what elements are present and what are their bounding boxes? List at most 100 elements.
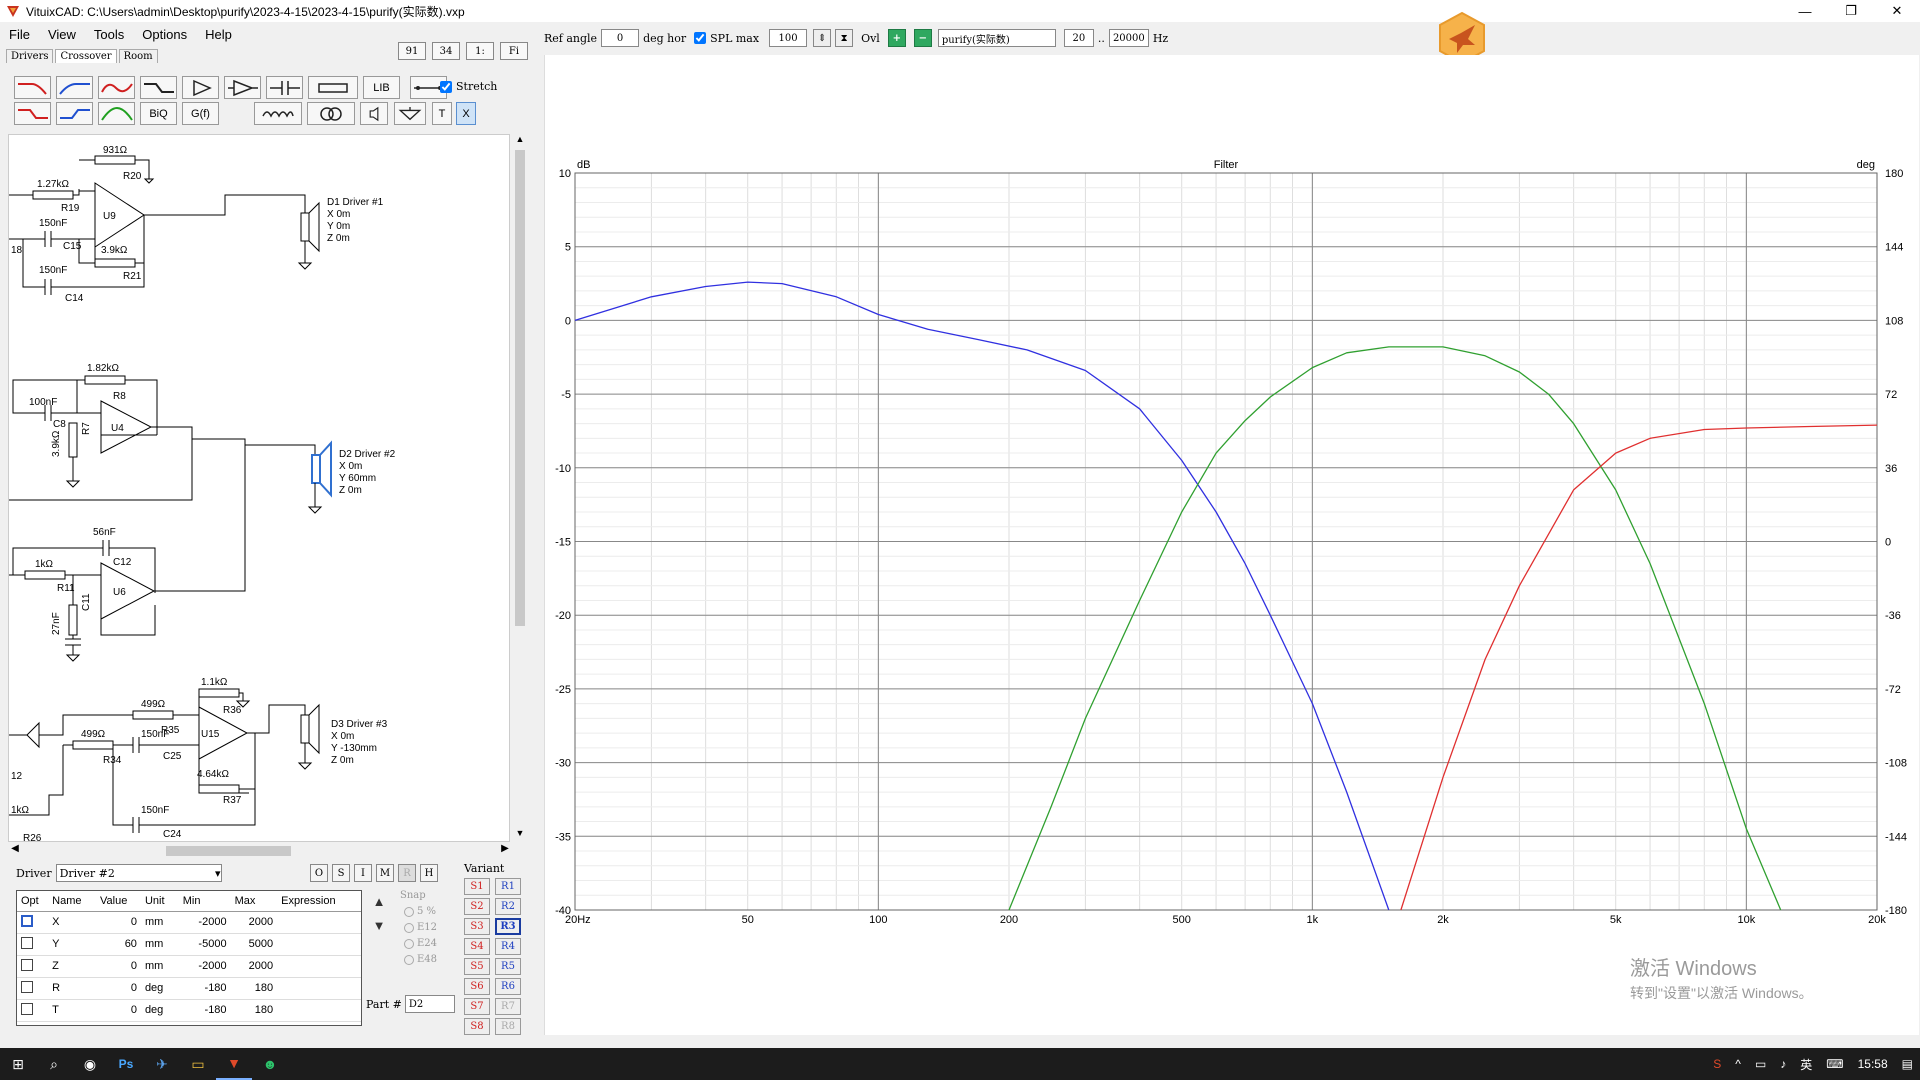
variant-s1-button[interactable]: S1 — [464, 878, 490, 895]
mode-i-button[interactable]: I — [354, 864, 372, 882]
param-min[interactable]: -2000 — [178, 955, 231, 978]
text-tool-button[interactable]: T — [432, 102, 452, 125]
tab-drivers[interactable]: Drivers — [6, 49, 54, 63]
tray-expand-icon[interactable]: ^ — [1735, 1057, 1741, 1071]
lowpass-red-button[interactable] — [14, 76, 51, 99]
menu-tools[interactable]: Tools — [85, 24, 133, 46]
schematic-vertical-scrollbar[interactable]: ▲ ▼ — [512, 134, 528, 842]
grid-value-box[interactable]: 34 — [432, 42, 460, 60]
browser-icon[interactable]: ◉ — [72, 1048, 108, 1080]
zoom-value-box[interactable]: 91 — [398, 42, 426, 60]
param-expression[interactable] — [277, 999, 361, 1022]
search-icon[interactable]: ⌕ — [36, 1048, 72, 1080]
param-value[interactable]: 0 — [96, 977, 141, 1000]
variant-r2-button[interactable]: R2 — [495, 898, 521, 915]
param-min[interactable]: -2000 — [178, 911, 231, 934]
biquad-button[interactable]: BiQ — [140, 102, 177, 125]
param-value[interactable]: 0 — [96, 999, 141, 1022]
zoom-fit-button[interactable]: Fi — [500, 42, 528, 60]
hourglass-icon[interactable]: ⧗ — [835, 29, 854, 47]
schematic-horizontal-scrollbar[interactable]: ◀ ▶ — [8, 843, 512, 859]
variant-r5-button[interactable]: R5 — [495, 958, 521, 975]
capacitor-button[interactable] — [266, 76, 303, 99]
scroll-up-arrow-icon[interactable]: ▲ — [512, 134, 528, 148]
buffer-button[interactable] — [182, 76, 219, 99]
inductor-button[interactable] — [254, 102, 302, 125]
mode-r-button[interactable]: R — [398, 864, 416, 882]
schematic-canvas[interactable]: 931Ω R20 1.27kΩ R19 U9 150nF C15 3.9kΩ R… — [8, 134, 510, 842]
opamp-button[interactable] — [224, 76, 261, 99]
variant-r4-button[interactable]: R4 — [495, 938, 521, 955]
mode-o-button[interactable]: O — [310, 864, 328, 882]
filter-plot-panel[interactable]: Filter dB deg 10 5 0 -5 -10 -15 -20 -25 -30 -35 -40 18… — [544, 55, 1919, 1035]
notification-icon[interactable]: ▤ — [1902, 1057, 1913, 1071]
driver-button[interactable] — [360, 102, 388, 125]
opt-checkbox[interactable] — [21, 1002, 33, 1015]
transformer-button[interactable] — [307, 102, 355, 125]
freq-max-input[interactable]: 20000 — [1108, 29, 1149, 47]
param-max[interactable]: 180 — [230, 999, 278, 1022]
file-explorer-icon[interactable]: ▭ — [180, 1048, 216, 1080]
ime-indicator[interactable]: 英 — [1800, 1056, 1812, 1073]
opt-checkbox[interactable] — [21, 980, 33, 993]
param-min[interactable]: -5000 — [178, 933, 231, 956]
ground-button[interactable] — [394, 102, 426, 125]
remove-overlay-button[interactable]: − — [913, 29, 932, 47]
snap-option-e24[interactable]: E24 — [400, 938, 450, 949]
param-max[interactable]: 2000 — [230, 955, 278, 978]
menu-file[interactable]: File — [0, 24, 39, 46]
param-expression[interactable] — [277, 933, 361, 956]
delete-tool-button[interactable]: X — [456, 102, 476, 125]
param-min[interactable]: -180 — [178, 977, 231, 1000]
variant-s3-button[interactable]: S3 — [464, 918, 490, 935]
lowpass2-red-button[interactable] — [14, 102, 51, 125]
snap-option-e48[interactable]: E48 — [400, 954, 450, 965]
spl-max-checkbox[interactable] — [694, 32, 707, 44]
scroll-left-arrow-icon[interactable]: ◀ — [8, 843, 22, 859]
shelf-button[interactable] — [140, 76, 177, 99]
highpass2-blue-button[interactable] — [56, 102, 93, 125]
network-icon[interactable]: ▭ — [1755, 1057, 1766, 1071]
windows-start-icon[interactable]: ⊞ — [0, 1048, 36, 1080]
spl-max-input[interactable]: 100 — [769, 29, 808, 47]
zoom-1to1-button[interactable]: 1: — [466, 42, 494, 60]
ref-angle-input[interactable]: 0 — [601, 29, 640, 47]
variant-s8-button[interactable]: S8 — [464, 1018, 490, 1035]
move-down-icon[interactable]: ▼ — [370, 916, 388, 934]
horizontal-scroll-thumb[interactable] — [166, 846, 291, 856]
table-row[interactable]: Z 0 mm -2000 2000 — [17, 955, 361, 978]
freq-min-input[interactable]: 20 — [1063, 29, 1094, 47]
variant-r1-button[interactable]: R1 — [495, 878, 521, 895]
scroll-down-arrow-icon[interactable]: ▼ — [512, 828, 528, 842]
variant-r3-button[interactable]: R3 — [495, 918, 521, 935]
table-row[interactable]: R 0 deg -180 180 — [17, 977, 361, 1000]
tray-app-icon[interactable]: S — [1713, 1057, 1721, 1071]
param-value[interactable]: 0 — [96, 955, 141, 978]
variant-r6-button[interactable]: R6 — [495, 978, 521, 995]
add-overlay-button[interactable]: + — [887, 29, 906, 47]
variant-s2-button[interactable]: S2 — [464, 898, 490, 915]
lib-button[interactable]: LIB — [363, 76, 400, 99]
mode-s-button[interactable]: S — [332, 864, 350, 882]
variant-s4-button[interactable]: S4 — [464, 938, 490, 955]
param-expression[interactable] — [277, 911, 361, 934]
gf-button[interactable]: G(f) — [182, 102, 219, 125]
menu-options[interactable]: Options — [133, 24, 196, 46]
param-max[interactable]: 2000 — [230, 911, 278, 934]
opt-checkbox[interactable] — [21, 914, 33, 927]
scroll-right-arrow-icon[interactable]: ▶ — [498, 843, 512, 859]
param-max[interactable]: 180 — [230, 977, 278, 1000]
param-value[interactable]: 0 — [96, 911, 141, 934]
table-row[interactable]: Y 60 mm -5000 5000 — [17, 933, 361, 956]
vituixcad-taskbar-icon[interactable]: ▼ — [216, 1048, 252, 1080]
param-value[interactable]: 60 — [96, 933, 141, 956]
overlay-name-input[interactable]: purify(实际数) — [937, 29, 1056, 47]
snap-option-e12[interactable]: E12 — [400, 922, 450, 933]
move-up-icon[interactable]: ▲ — [370, 892, 388, 910]
tab-crossover[interactable]: Crossover — [55, 49, 117, 63]
param-expression[interactable] — [277, 977, 361, 1000]
vertical-scroll-thumb[interactable] — [515, 150, 525, 626]
spin-updown-icon[interactable]: ⇕ — [813, 29, 832, 47]
param-expression[interactable] — [277, 955, 361, 978]
variant-s7-button[interactable]: S7 — [464, 998, 490, 1015]
